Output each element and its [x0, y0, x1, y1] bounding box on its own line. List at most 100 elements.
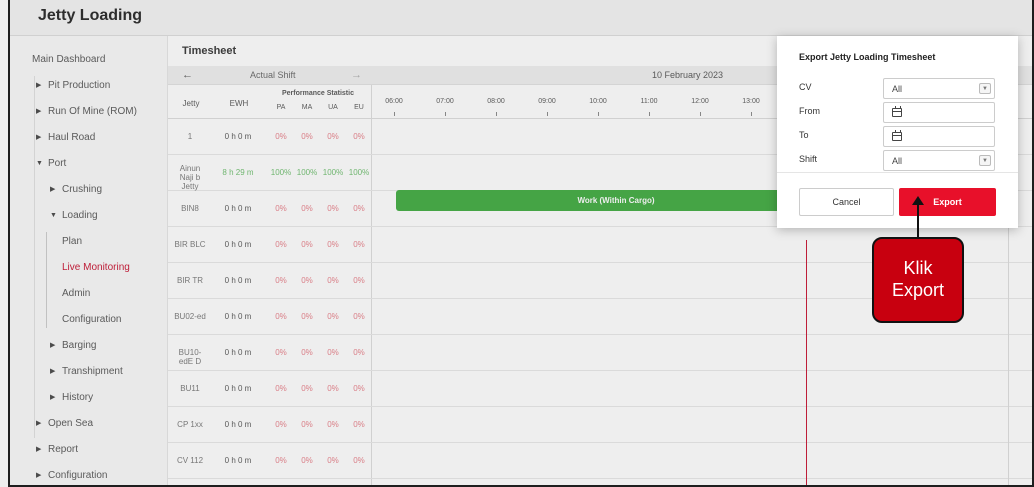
current-time-line — [806, 240, 807, 485]
sidebar-item-label: Loading — [62, 209, 98, 221]
table-row[interactable]: BU10-edE D 0 h 0 m 0% 0% 0% 0% — [168, 335, 372, 371]
to-label: To — [799, 130, 809, 140]
shift-select[interactable]: All ▼ — [883, 150, 995, 171]
eu-value: 0% — [353, 312, 365, 321]
sidebar-item-plan[interactable]: Plan — [10, 228, 168, 254]
eu-value: 0% — [353, 240, 365, 249]
pa-value: 0% — [275, 240, 287, 249]
sidebar-item-admin[interactable]: Admin — [10, 280, 168, 306]
sidebar-item-haul-road[interactable]: ▶ Haul Road — [10, 124, 168, 150]
eu-value: 0% — [353, 132, 365, 141]
shift-label: Shift — [799, 154, 818, 164]
sidebar-item-report[interactable]: ▶ Report — [10, 436, 168, 462]
callout-line1: Klik — [903, 258, 933, 278]
cv-select[interactable]: All ▼ — [883, 78, 995, 99]
eu-value: 0% — [353, 204, 365, 213]
ewh-value: 0 h 0 m — [224, 204, 252, 213]
sidebar-item-barging[interactable]: ▶ Barging — [10, 332, 168, 358]
sidebar-item-label: Haul Road — [48, 131, 96, 143]
ewh-value: 0 h 0 m — [224, 132, 252, 141]
app-title: Jetty Loading — [38, 7, 143, 24]
eu-value: 100% — [348, 168, 370, 177]
sidebar-item-loading[interactable]: ▼ Loading — [10, 202, 168, 228]
arrow-right-icon[interactable]: → — [351, 69, 362, 81]
ewh-value: 0 h 0 m — [224, 348, 252, 357]
time-tick-mark — [649, 112, 650, 116]
sidebar-item-loading-configuration[interactable]: Configuration — [10, 306, 168, 332]
caret-right-icon: ▶ — [36, 446, 42, 453]
table-row[interactable]: Ainun Naji b Jetty 8 h 29 m 100% 100% 100% 10… — [168, 155, 372, 191]
caret-right-icon: ▶ — [36, 134, 42, 141]
sidebar-item-label: Open Sea — [48, 417, 94, 429]
caret-right-icon: ▶ — [50, 342, 56, 349]
to-date-field[interactable] — [883, 126, 995, 147]
table-row[interactable]: BU11 0 h 0 m 0% 0% 0% 0% — [168, 371, 372, 407]
timeline-row-divider — [372, 478, 1032, 479]
instruction-callout: Klik Export — [872, 237, 964, 323]
sidebar-item-open-sea[interactable]: ▶ Open Sea — [10, 410, 168, 436]
sidebar-item-port[interactable]: ▼ Port — [10, 150, 168, 176]
arrow-left-icon[interactable]: ← — [182, 69, 193, 81]
pa-value: 0% — [275, 348, 287, 357]
callout-pointer-line — [917, 200, 919, 238]
table-row[interactable]: BU02-ed 0 h 0 m 0% 0% 0% 0% — [168, 299, 372, 335]
table-row[interactable]: CV 112 0 h 0 m 0% 0% 0% 0% — [168, 443, 372, 479]
jetty-name: Ainun Naji b Jetty — [179, 164, 201, 191]
ua-value: 0% — [327, 384, 339, 393]
app-header: Jetty Loading — [10, 0, 1032, 36]
header-eu: EU — [354, 104, 364, 111]
ma-value: 0% — [301, 384, 313, 393]
ma-value: 0% — [301, 312, 313, 321]
ewh-value: 8 h 29 m — [222, 168, 254, 177]
sidebar-item-pit-production[interactable]: ▶ Pit Production — [10, 72, 168, 98]
cancel-button[interactable]: Cancel — [799, 188, 894, 216]
ua-value: 100% — [322, 168, 344, 177]
from-date-field[interactable] — [883, 102, 995, 123]
sidebar-item-history[interactable]: ▶ History — [10, 384, 168, 410]
time-tick-label: 11:00 — [640, 98, 658, 105]
header-pa: PA — [276, 104, 286, 111]
sidebar-item-label: Port — [48, 157, 67, 169]
sidebar-item-transhipment[interactable]: ▶ Transhipment — [10, 358, 168, 384]
table-row[interactable]: BIN8 0 h 0 m 0% 0% 0% 0% — [168, 191, 372, 227]
table-row[interactable]: BIR TR 0 h 0 m 0% 0% 0% 0% — [168, 263, 372, 299]
ma-value: 0% — [301, 240, 313, 249]
sidebar-item-label: Crushing — [62, 183, 103, 195]
table-row[interactable]: 1 0 h 0 m 0% 0% 0% 0% — [168, 119, 372, 155]
ua-value: 0% — [327, 348, 339, 357]
sidebar-item-label: Plan — [62, 235, 83, 247]
sidebar-item-main-dashboard[interactable]: Main Dashboard — [10, 46, 168, 72]
table-row[interactable]: CP 1xx 0 h 0 m 0% 0% 0% 0% — [168, 407, 372, 443]
sidebar-item-label: Report — [48, 443, 79, 455]
header-performance: Performance Statistic — [282, 90, 354, 97]
pa-value: 0% — [275, 132, 287, 141]
caret-right-icon: ▶ — [36, 82, 42, 89]
ua-value: 0% — [327, 276, 339, 285]
jetty-name: CP 1xx — [177, 420, 203, 429]
jetty-name: BU11 — [180, 384, 200, 393]
sidebar-item-configuration[interactable]: ▶ Configuration — [10, 462, 168, 485]
time-tick-label: 06:00 — [385, 98, 403, 105]
ma-value: 0% — [301, 348, 313, 357]
jetty-name: BU02-ed — [174, 312, 206, 321]
sidebar-item-label: Main Dashboard — [32, 53, 106, 65]
sidebar-item-live-monitoring[interactable]: Live Monitoring — [10, 254, 168, 280]
timeline-row-divider — [372, 334, 1032, 335]
pa-value: 100% — [270, 168, 292, 177]
ewh-value: 0 h 0 m — [224, 456, 252, 465]
sidebar-item-label: Live Monitoring — [62, 261, 130, 273]
header-ua: UA — [328, 104, 338, 111]
caret-right-icon: ▶ — [50, 394, 56, 401]
callout-line2: Export — [891, 280, 945, 300]
time-tick-mark — [445, 112, 446, 116]
eu-value: 0% — [353, 456, 365, 465]
table-row[interactable]: BIR BLC 0 h 0 m 0% 0% 0% 0% — [168, 227, 372, 263]
sidebar: Main Dashboard ▶ Pit Production ▶ Run Of M… — [10, 36, 168, 485]
sidebar-item-run-of-mine[interactable]: ▶ Run Of Mine (ROM) — [10, 98, 168, 124]
ewh-value: 0 h 0 m — [224, 276, 252, 285]
ma-value: 0% — [301, 276, 313, 285]
jetty-name: BU10-edE D — [178, 348, 202, 366]
sidebar-item-label: History — [62, 391, 94, 403]
activity-bar[interactable]: Work (Within Cargo) — [396, 190, 836, 211]
sidebar-item-crushing[interactable]: ▶ Crushing — [10, 176, 168, 202]
